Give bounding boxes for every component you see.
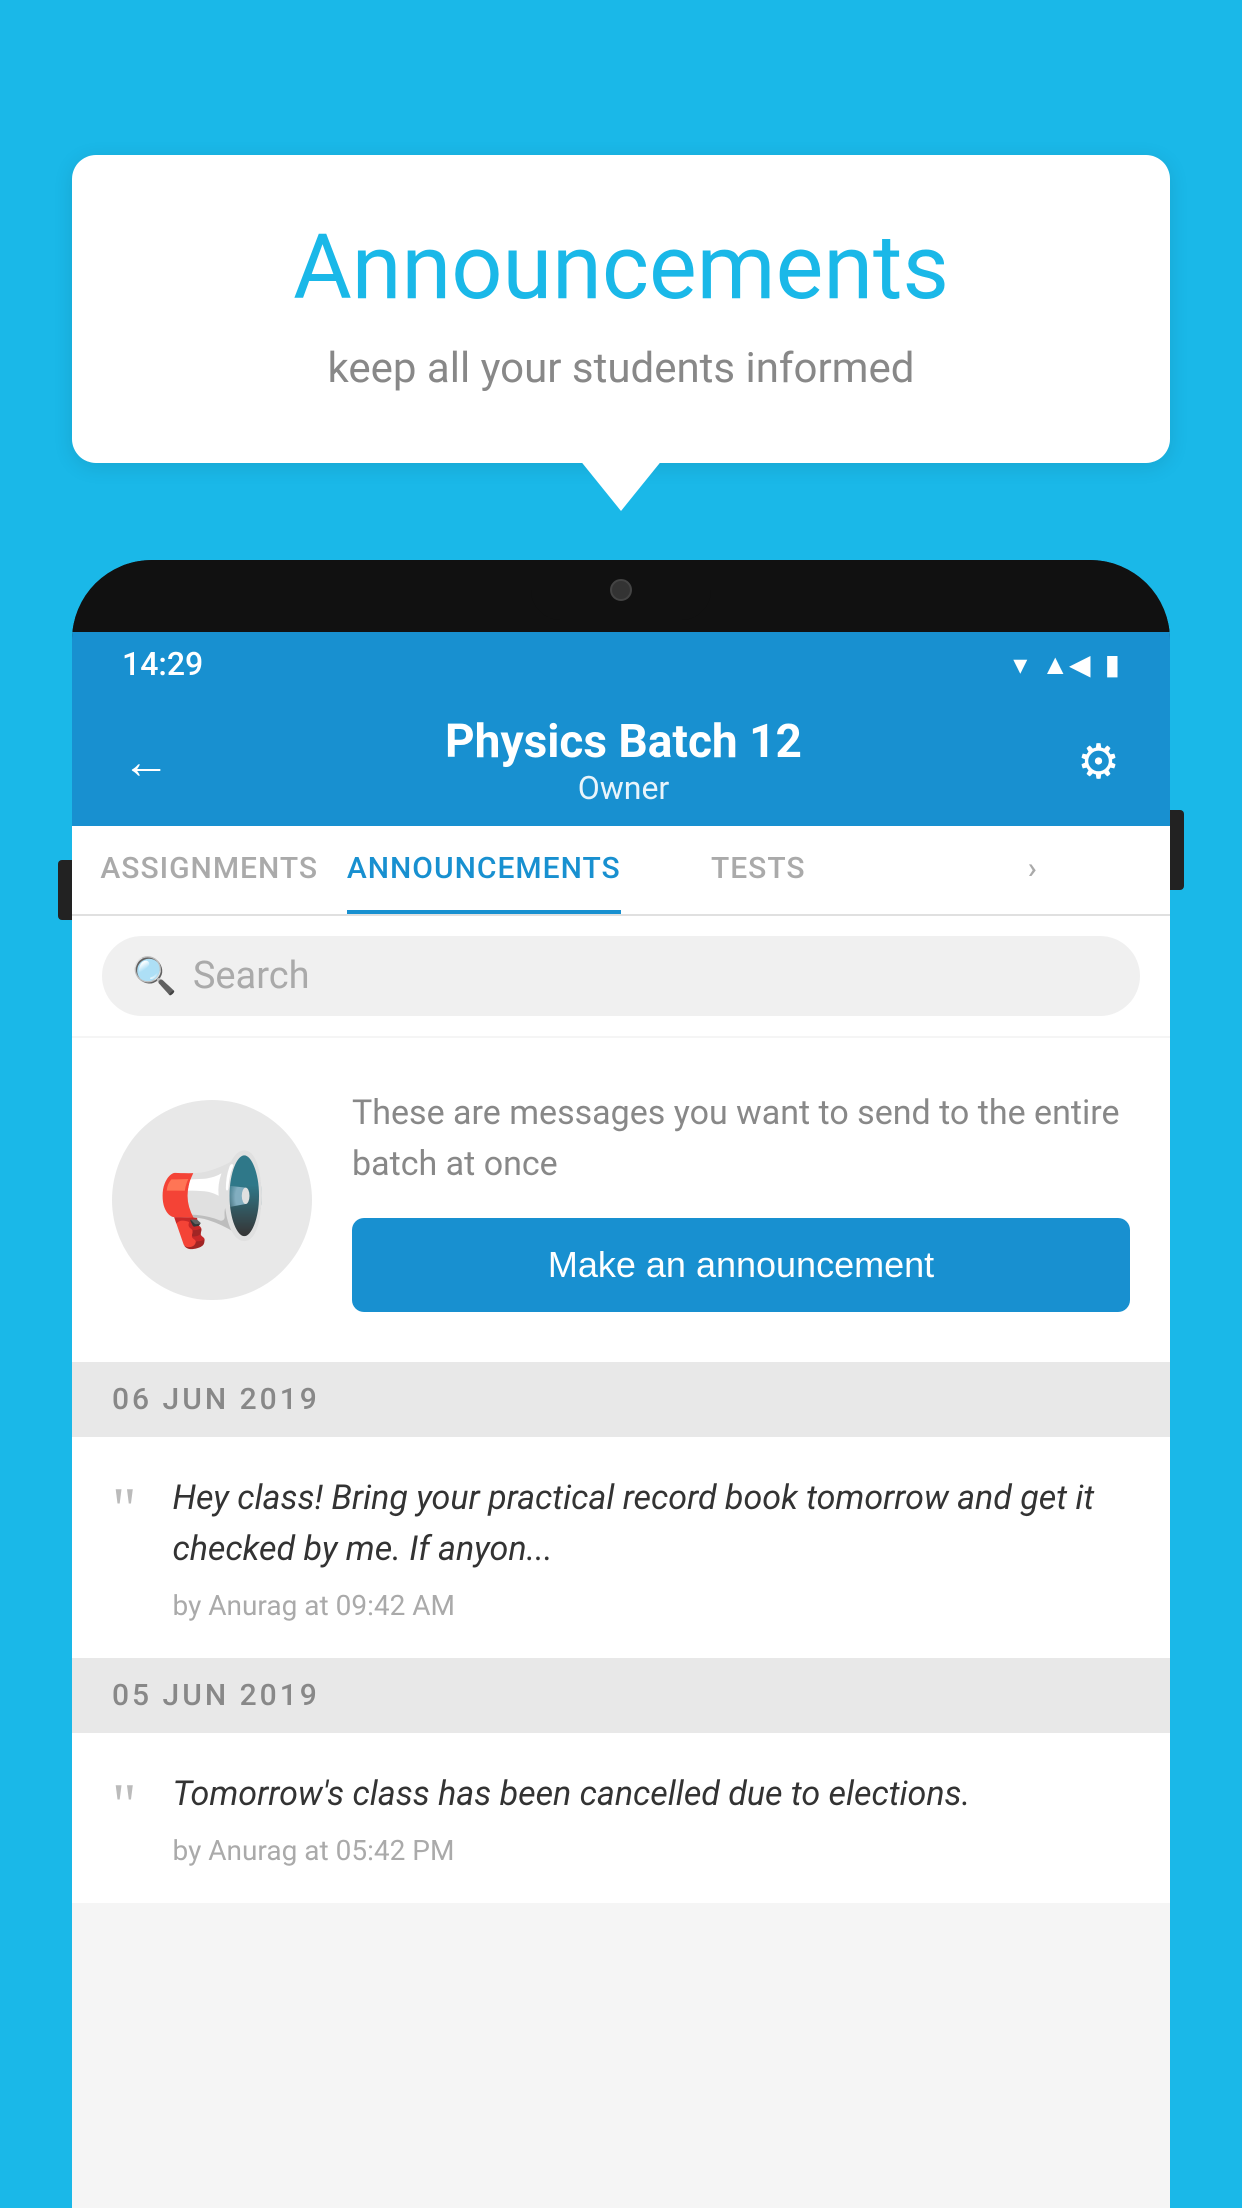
date-separator-2: 05 JUN 2019 bbox=[72, 1658, 1170, 1733]
search-placeholder: Search bbox=[193, 954, 310, 998]
battery-icon: ▮ bbox=[1105, 648, 1120, 681]
announcement-message-2: Tomorrow's class has been cancelled due … bbox=[173, 1769, 1131, 1820]
search-icon: 🔍 bbox=[132, 955, 177, 997]
power-button-right bbox=[1170, 810, 1184, 890]
tab-more[interactable]: › bbox=[896, 826, 1171, 914]
app-header: ← Physics Batch 12 Owner ⚙ bbox=[72, 696, 1170, 826]
phone-notch bbox=[531, 560, 711, 620]
phone-content: 🔍 Search 📢 These are messages you want t… bbox=[72, 916, 1170, 2208]
speech-bubble: Announcements keep all your students inf… bbox=[72, 155, 1170, 463]
signal-icon: ▲◀ bbox=[1041, 648, 1090, 681]
announcement-message-1: Hey class! Bring your practical record b… bbox=[173, 1473, 1131, 1575]
quote-icon-2: " bbox=[112, 1775, 137, 1835]
megaphone-circle: 📢 bbox=[112, 1100, 312, 1300]
wifi-icon: ▾ bbox=[1013, 648, 1027, 681]
settings-icon[interactable]: ⚙ bbox=[1077, 733, 1120, 790]
announcement-promo: 📢 These are messages you want to send to… bbox=[72, 1038, 1170, 1362]
batch-name: Physics Batch 12 bbox=[445, 715, 802, 769]
phone-top-bar bbox=[72, 560, 1170, 632]
tabs-bar: ASSIGNMENTS ANNOUNCEMENTS TESTS › bbox=[72, 826, 1170, 916]
phone-container: 14:29 ▾ ▲◀ ▮ ← Physics Batch 12 Owner ⚙ … bbox=[72, 560, 1170, 2208]
tab-tests[interactable]: TESTS bbox=[621, 826, 896, 914]
announcement-item-1[interactable]: " Hey class! Bring your practical record… bbox=[72, 1437, 1170, 1658]
bubble-subtitle: keep all your students informed bbox=[152, 344, 1090, 393]
status-icons: ▾ ▲◀ ▮ bbox=[1013, 648, 1120, 681]
status-time: 14:29 bbox=[122, 645, 203, 683]
search-bar[interactable]: 🔍 Search bbox=[102, 936, 1140, 1016]
header-title-block: Physics Batch 12 Owner bbox=[445, 715, 802, 807]
volume-button-left bbox=[58, 860, 72, 920]
status-bar: 14:29 ▾ ▲◀ ▮ bbox=[72, 632, 1170, 696]
speech-bubble-container: Announcements keep all your students inf… bbox=[72, 155, 1170, 463]
date-separator-1: 06 JUN 2019 bbox=[72, 1362, 1170, 1437]
announcement-text-1: Hey class! Bring your practical record b… bbox=[173, 1473, 1131, 1622]
make-announcement-button[interactable]: Make an announcement bbox=[352, 1218, 1130, 1312]
date-label-1: 06 JUN 2019 bbox=[112, 1382, 320, 1417]
bubble-title: Announcements bbox=[152, 215, 1090, 320]
tab-announcements[interactable]: ANNOUNCEMENTS bbox=[347, 826, 622, 914]
user-role: Owner bbox=[445, 769, 802, 807]
announcement-item-2[interactable]: " Tomorrow's class has been cancelled du… bbox=[72, 1733, 1170, 1903]
tab-assignments[interactable]: ASSIGNMENTS bbox=[72, 826, 347, 914]
front-camera bbox=[610, 579, 632, 601]
search-bar-container: 🔍 Search bbox=[72, 916, 1170, 1036]
back-button[interactable]: ← bbox=[122, 733, 170, 790]
promo-description: These are messages you want to send to t… bbox=[352, 1088, 1130, 1190]
announcement-text-2: Tomorrow's class has been cancelled due … bbox=[173, 1769, 1131, 1867]
promo-right: These are messages you want to send to t… bbox=[352, 1088, 1130, 1312]
announcement-meta-2: by Anurag at 05:42 PM bbox=[173, 1834, 1131, 1867]
phone-frame: 14:29 ▾ ▲◀ ▮ ← Physics Batch 12 Owner ⚙ … bbox=[72, 560, 1170, 2208]
megaphone-icon: 📢 bbox=[156, 1148, 268, 1253]
quote-icon-1: " bbox=[112, 1479, 137, 1539]
date-label-2: 05 JUN 2019 bbox=[112, 1678, 320, 1713]
announcement-meta-1: by Anurag at 09:42 AM bbox=[173, 1589, 1131, 1622]
